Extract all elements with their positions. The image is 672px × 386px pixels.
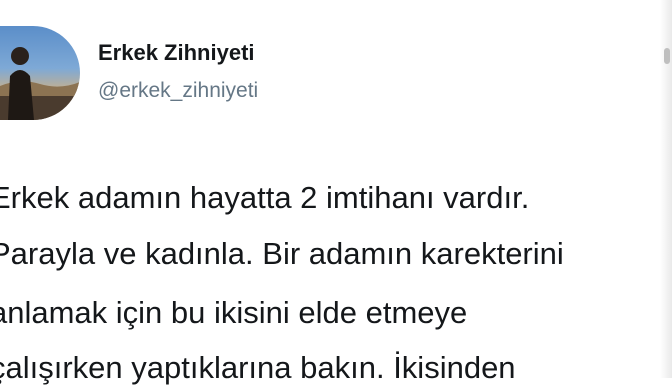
tweet-line: anlamak için bu ikisini elde etmeye (0, 295, 468, 330)
profile-display-name[interactable]: Erkek Zihniyeti (98, 40, 255, 66)
tweet-line: çalışırken yaptıklarına bakın. İkisinden (0, 350, 516, 385)
tweet-line: Erkek adamın hayatta 2 imtihanı vardır. (0, 180, 530, 215)
avatar-photo-icon (0, 47, 80, 120)
scrollbar[interactable] (660, 0, 672, 378)
profile-handle[interactable]: @erkek_zihniyeti (98, 79, 258, 103)
scrollbar-thumb[interactable] (664, 48, 670, 64)
avatar[interactable] (0, 26, 80, 120)
tweet-line: Parayla ve kadınla. Bir adamın karekteri… (0, 236, 564, 271)
